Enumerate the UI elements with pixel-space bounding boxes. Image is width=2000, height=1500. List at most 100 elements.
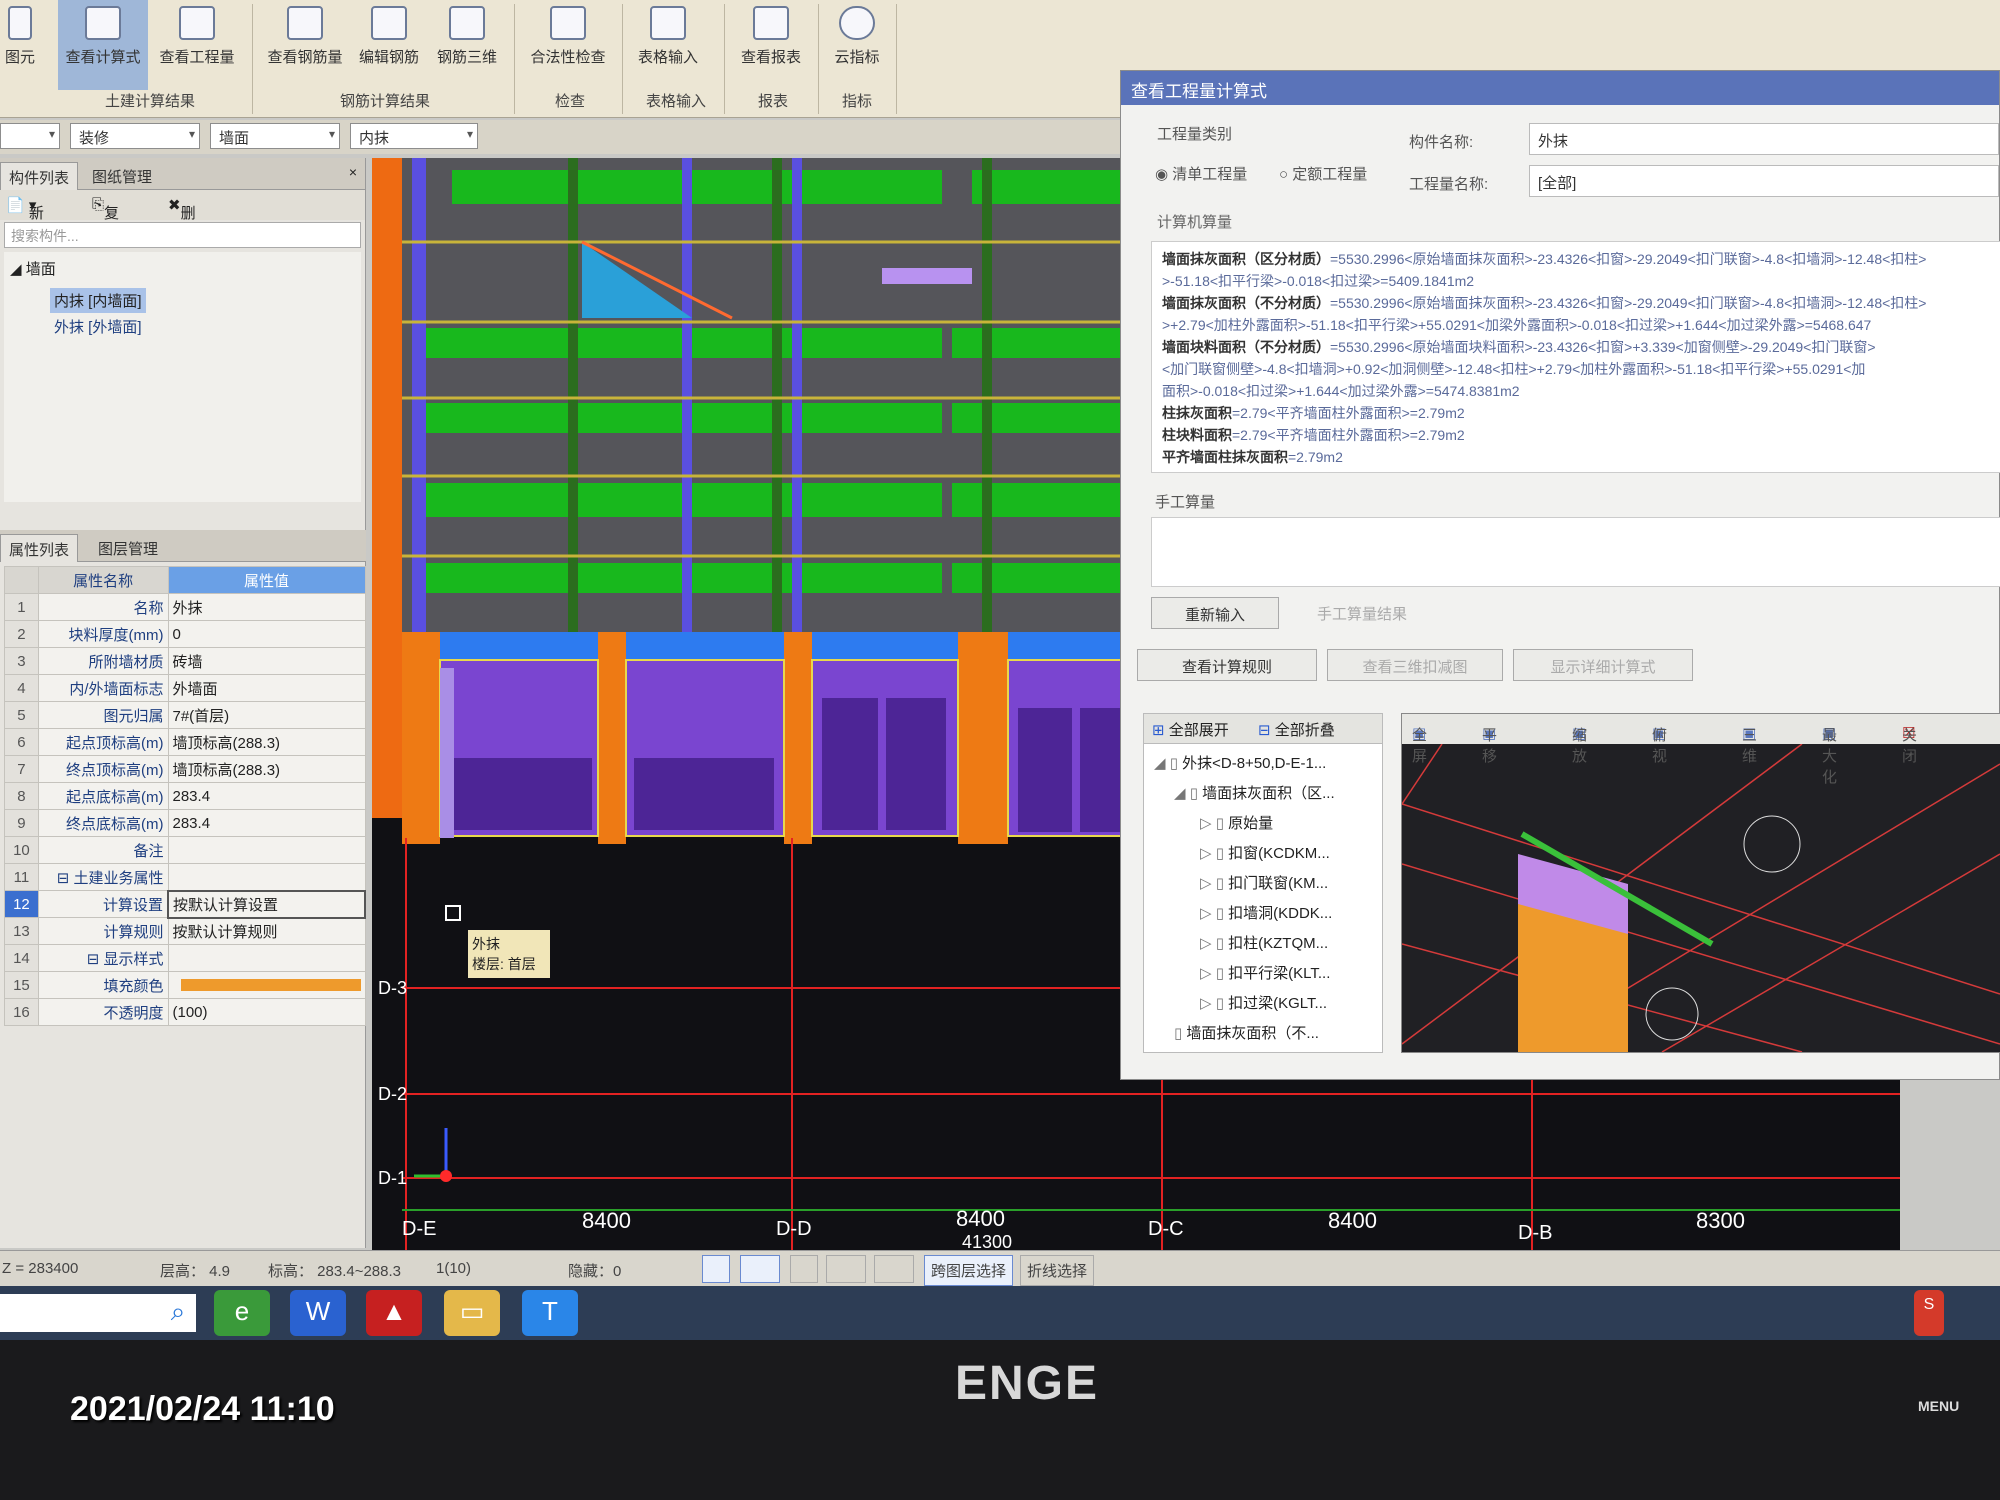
search-icon[interactable]: ⌕ (150, 1290, 206, 1336)
tree-root-walls[interactable]: ◢ 墙面 (10, 258, 56, 279)
property-value[interactable]: 283.4 (167, 782, 366, 810)
property-row[interactable]: 16 不透明度 (100) (4, 998, 366, 1026)
property-value[interactable]: 外墙面 (167, 674, 366, 702)
angle-icon[interactable] (826, 1255, 866, 1283)
close-icon[interactable]: × (349, 164, 357, 180)
3d-preview-panel[interactable]: ▣ 全屏 ▣ 平移 ▣ 缩放 ▣ 俯视 ▣ 三维 ▣ 最大化 ☒ 关闭 (1401, 713, 2000, 1053)
property-row[interactable]: 6 起点顶标高(m) 墙顶标高(288.3) (4, 728, 366, 756)
cross-layer-select-button[interactable]: 跨图层选择 (924, 1255, 1014, 1286)
property-value[interactable]: 7#(首层) (167, 701, 366, 729)
property-row[interactable]: 12 计算设置 按默认计算设置 (4, 889, 366, 919)
tab-layer-management[interactable]: 图层管理 (90, 534, 166, 562)
component-name-field[interactable]: 外抹 (1529, 123, 1999, 155)
tray-app-icon[interactable]: S (1914, 1290, 1944, 1336)
radio-quota-quantity[interactable]: ○ 定额工程量 (1279, 163, 1367, 184)
view-formula-button[interactable]: 查看计算式 (58, 0, 148, 90)
calc-formula-text[interactable]: 墙面抹灰面积（区分材质）=5530.2996<原始墙面抹灰面积>-23.4326… (1151, 241, 2000, 473)
edit-rebar-button[interactable]: 编辑钢筋 (350, 0, 428, 90)
property-row[interactable]: 15 填充颜色 (4, 971, 366, 999)
manual-result-button[interactable]: 手工算量结果 (1297, 597, 1997, 629)
property-row[interactable]: 4 内/外墙面标志 外墙面 (4, 674, 366, 702)
table-input-button[interactable]: 表格输入 (628, 0, 708, 90)
legality-check-button[interactable]: 合法性检查 (520, 0, 616, 90)
rebar-3d-button[interactable]: 钢筋三维 (430, 0, 504, 90)
view-formula-label: 查看计算式 (65, 49, 141, 66)
property-value[interactable]: 墙顶标高(288.3) (167, 755, 366, 783)
snap-icon[interactable] (702, 1255, 730, 1283)
element-button[interactable]: 图元 (0, 0, 40, 90)
folder-icon[interactable]: ▭ (444, 1290, 500, 1336)
radio-bill-quantity[interactable]: ◉ 清单工程量 (1155, 163, 1247, 184)
expand-all-button[interactable]: ⊞ 全部展开 (1152, 719, 1229, 740)
property-row[interactable]: 2 块料厚度(mm) 0 (4, 620, 366, 648)
property-value[interactable]: 砖墙 (167, 647, 366, 675)
property-row[interactable]: 7 终点顶标高(m) 墙顶标高(288.3) (4, 755, 366, 783)
new-button[interactable]: 📄 新建 ▾ (6, 196, 44, 243)
tree-node[interactable]: ◢ ▯ 墙面抹灰面积（区... (1174, 782, 1335, 803)
pdf-icon[interactable]: ▲ (366, 1290, 422, 1336)
property-row[interactable]: 3 所附墙材质 砖墙 (4, 647, 366, 675)
tree-node[interactable]: ▷ ▯ 扣平行梁(KLT... (1200, 962, 1330, 983)
property-row[interactable]: 14 ⊟ 显示样式 (4, 944, 366, 972)
view-rules-button[interactable]: 查看计算规则 (1137, 649, 1317, 681)
tree-item-outer-plaster[interactable]: 外抹 [外墙面] (54, 316, 142, 337)
view-rebar-button[interactable]: 查看钢筋量 (262, 0, 348, 90)
tab-drawing-management[interactable]: 图纸管理 (84, 162, 160, 190)
tree-node[interactable]: ▷ ▯ 扣窗(KCDKM... (1200, 842, 1330, 863)
copy-button[interactable]: ⎘ 复制 (92, 196, 119, 243)
manual-calc-input[interactable] (1151, 517, 2000, 587)
tree-node[interactable]: ◢ ▯ 外抹<D-8+50,D-E-1... (1154, 752, 1326, 773)
category-select[interactable]: 装修 (70, 123, 200, 149)
cross-icon[interactable] (790, 1255, 818, 1283)
calc-line-text: =2.79m2 (1288, 449, 1343, 465)
wps-icon[interactable]: W (290, 1290, 346, 1336)
text-app-icon[interactable]: T (522, 1290, 578, 1336)
offset-icon[interactable] (874, 1255, 914, 1283)
tree-node[interactable]: ▷ ▯ 扣门联窗(KM... (1200, 872, 1328, 893)
floor-select[interactable] (0, 123, 60, 149)
browser-icon[interactable]: e (214, 1290, 270, 1336)
property-value[interactable] (167, 836, 366, 864)
property-value[interactable]: (100) (167, 998, 366, 1026)
property-row[interactable]: 8 起点底标高(m) 283.4 (4, 782, 366, 810)
tree-node[interactable]: ▯ 墙面抹灰面积（不... (1174, 1022, 1319, 1043)
view-report-button[interactable]: 查看报表 (730, 0, 812, 90)
show-detail-formula-button[interactable]: 显示详细计算式 (1513, 649, 1693, 681)
view-quantity-button[interactable]: 查看工程量 (152, 0, 242, 90)
tree-item-inner-plaster[interactable]: 内抹 [内墙面] (50, 288, 146, 313)
component-select[interactable]: 内抹 (350, 123, 478, 149)
tree-node[interactable]: ▷ ▯ 扣过梁(KGLT... (1200, 992, 1327, 1013)
view-3d-deduction-button[interactable]: 查看三维扣减图 (1327, 649, 1503, 681)
property-value[interactable] (167, 971, 366, 999)
property-row[interactable]: 10 备注 (4, 836, 366, 864)
property-value[interactable]: 0 (167, 620, 366, 648)
property-row[interactable]: 13 计算规则 按默认计算规则 (4, 917, 366, 945)
property-name: 内/外墙面标志 (37, 674, 169, 702)
collapse-all-button[interactable]: ⊟ 全部折叠 (1258, 719, 1335, 740)
property-value[interactable]: 墙顶标高(288.3) (167, 728, 366, 756)
property-value[interactable] (167, 863, 366, 891)
tab-property-list[interactable]: 属性列表 (0, 534, 79, 562)
select-mode-icon[interactable] (740, 1255, 780, 1283)
property-value[interactable]: 按默认计算规则 (167, 917, 366, 945)
type-select[interactable]: 墙面 (210, 123, 340, 149)
tree-node[interactable]: ▷ ▯ 扣墙洞(KDDK... (1200, 902, 1332, 923)
property-row[interactable]: 9 终点底标高(m) 283.4 (4, 809, 366, 837)
fill-color-swatch[interactable] (180, 979, 361, 991)
property-row[interactable]: 1 名称 外抹 (4, 593, 366, 621)
tab-component-list[interactable]: 构件列表 (0, 162, 79, 190)
tree-node[interactable]: ▷ ▯ 原始量 (1200, 812, 1273, 833)
tree-node[interactable]: ▷ ▯ 扣柱(KZTQM... (1200, 932, 1328, 953)
cloud-index-button[interactable]: 云指标 (822, 0, 892, 90)
property-value[interactable]: 按默认计算设置 (167, 889, 366, 919)
polyline-select-button[interactable]: 折线选择 (1020, 1255, 1095, 1286)
property-value[interactable] (167, 944, 366, 972)
property-row[interactable]: 5 图元归属 7#(首层) (4, 701, 366, 729)
property-row[interactable]: 11 ⊟ 土建业务属性 (4, 863, 366, 891)
reinput-button[interactable]: 重新输入 (1151, 597, 1279, 629)
quantity-name-select[interactable]: [全部] (1529, 165, 1999, 197)
property-value[interactable]: 外抹 (167, 593, 366, 621)
property-value[interactable]: 283.4 (167, 809, 366, 837)
component-search-input[interactable]: 搜索构件... (4, 222, 361, 248)
delete-button[interactable]: ✖ 删除 (168, 196, 196, 243)
